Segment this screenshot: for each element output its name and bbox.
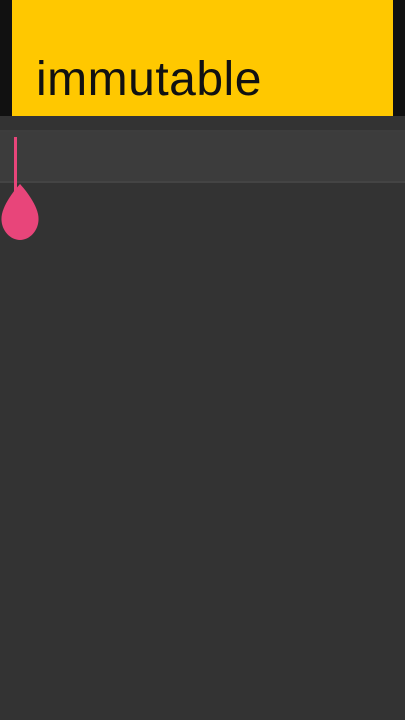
track-bottom-divider [0, 181, 405, 183]
banner-word: immutable [36, 53, 262, 106]
timeline-area [0, 116, 405, 720]
app-root: immutable [0, 0, 405, 720]
timeline-track[interactable] [0, 132, 405, 182]
playhead-drop-icon[interactable] [0, 182, 45, 244]
word-banner: immutable [12, 0, 393, 116]
